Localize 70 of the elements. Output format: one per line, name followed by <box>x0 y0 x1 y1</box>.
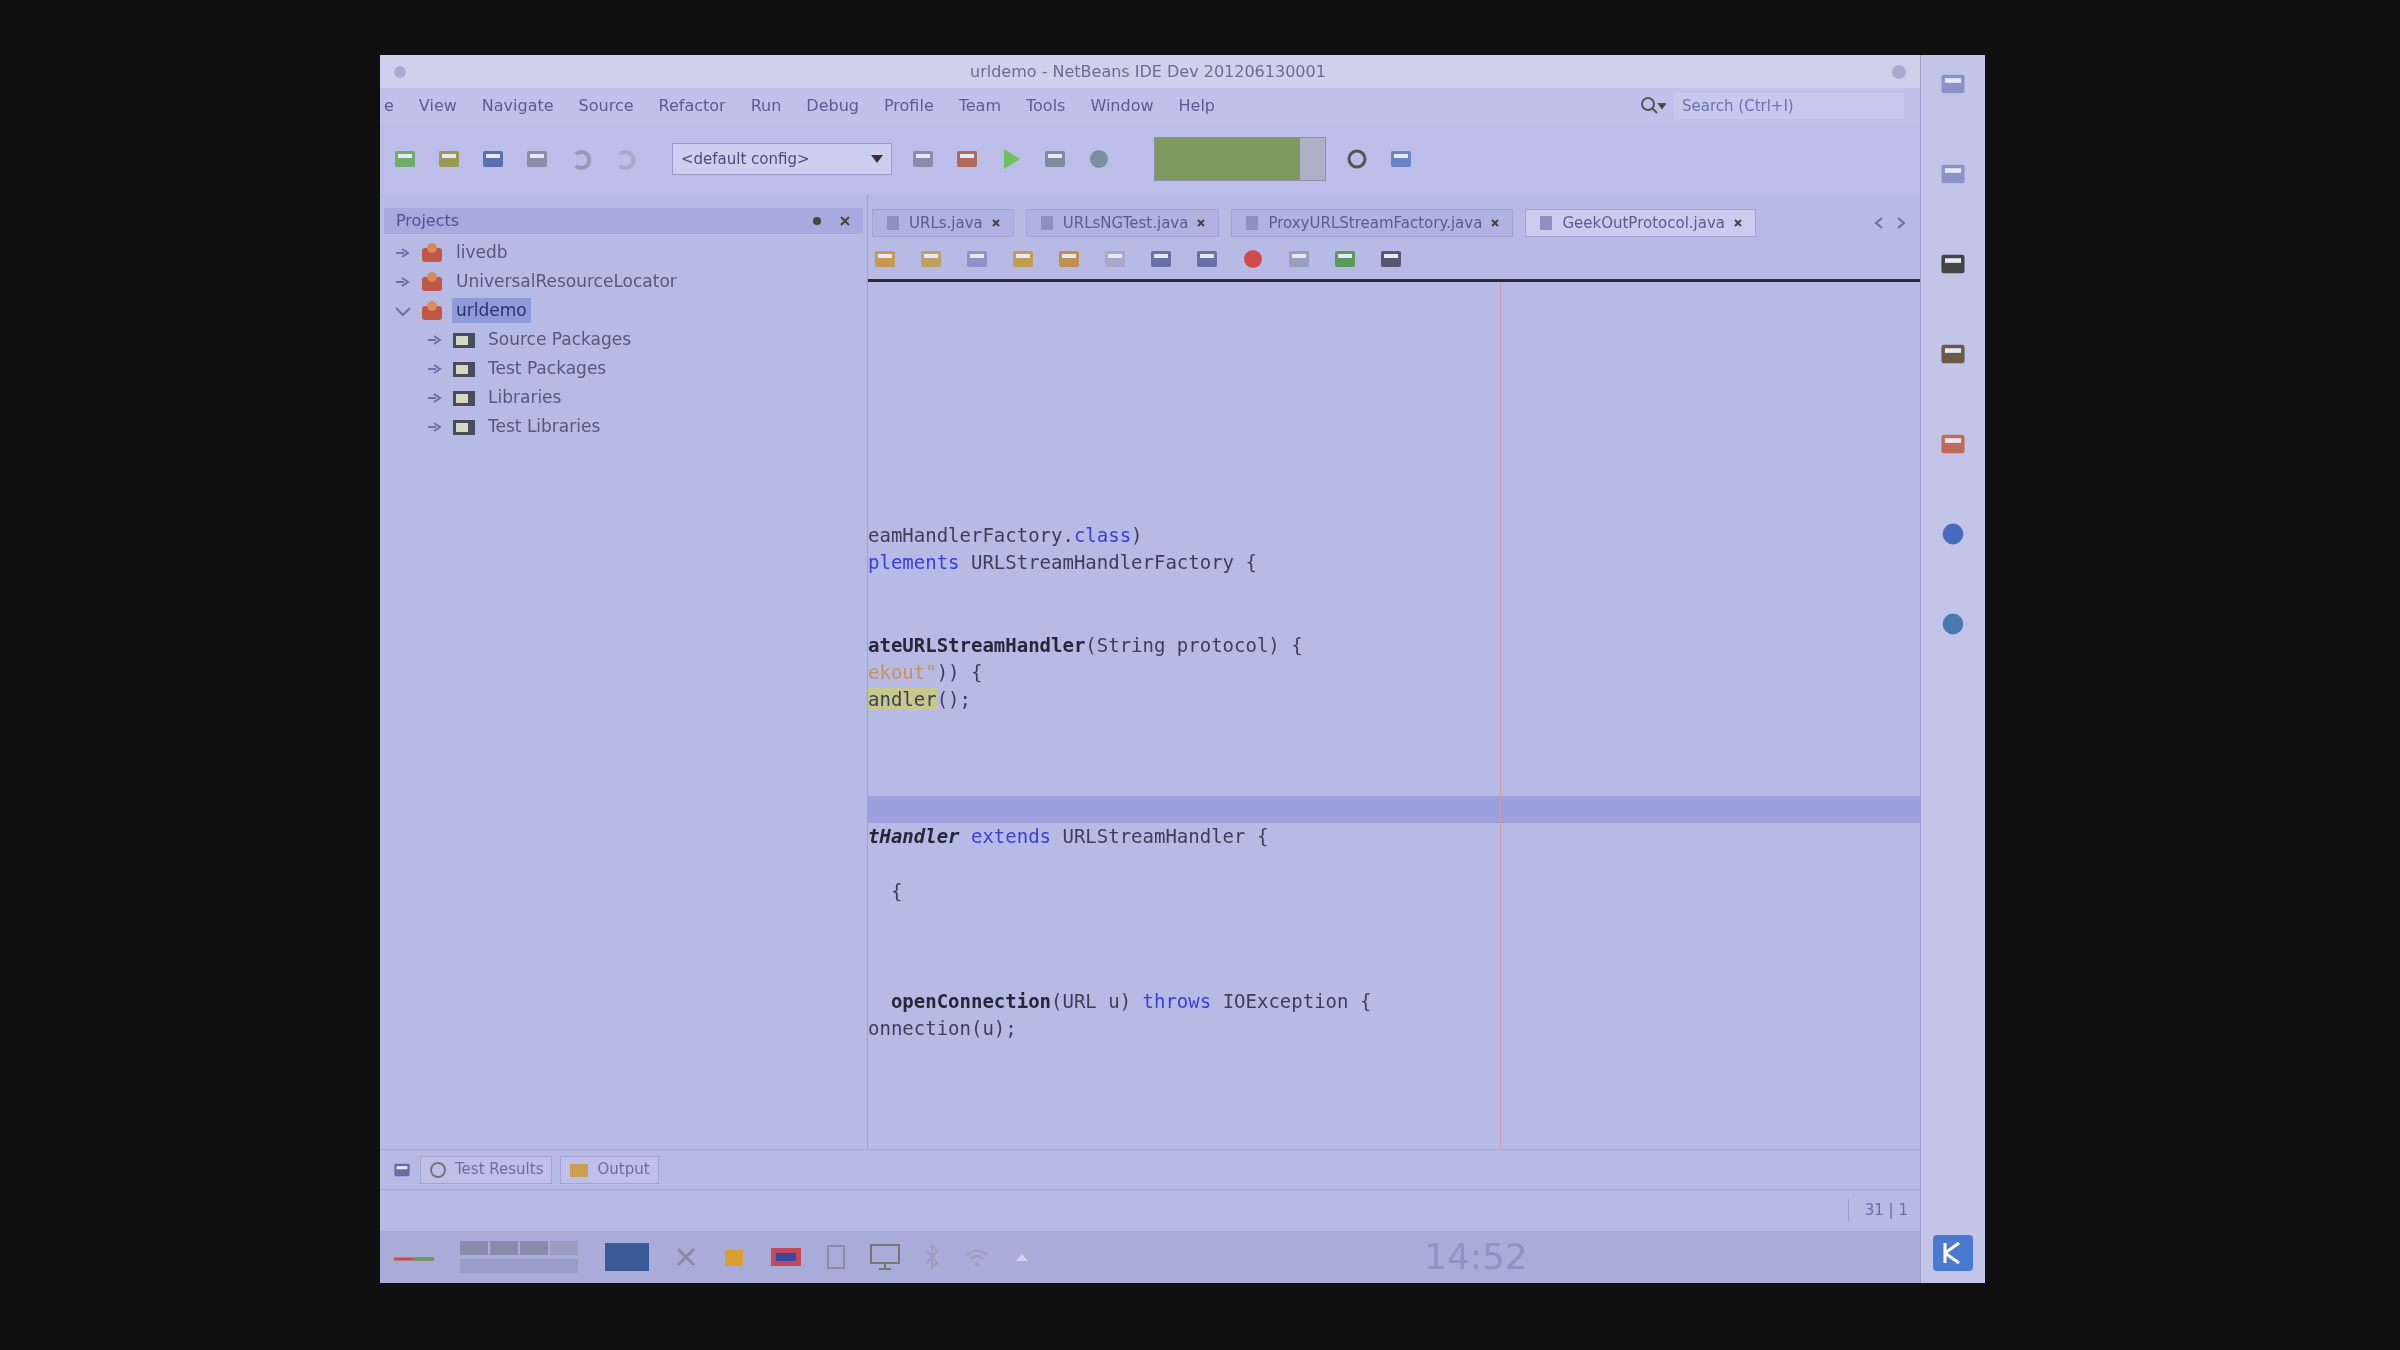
menu-item[interactable]: Team <box>958 94 1001 118</box>
tree-item[interactable]: urldemo <box>452 297 531 324</box>
editor-tab[interactable]: GeekOutProtocol.java <box>1525 209 1756 237</box>
editor-tab[interactable]: URLsNGTest.java <box>1025 209 1220 237</box>
code-line: ekout")) { <box>868 659 984 685</box>
menu-item[interactable]: Profile <box>883 94 934 118</box>
caret-icon <box>871 155 883 163</box>
menu-item[interactable]: e <box>384 94 394 118</box>
file-icon <box>885 215 901 231</box>
menu-item[interactable]: Tools <box>1026 94 1066 118</box>
close-tab-icon[interactable] <box>1490 218 1501 228</box>
expand-toggle-icon[interactable] <box>394 275 412 288</box>
code-line: { <box>889 879 904 905</box>
close-tab-icon[interactable] <box>1196 218 1207 228</box>
menu-item[interactable]: Refactor <box>658 94 726 118</box>
close-tab-icon[interactable] <box>990 218 1001 228</box>
editor-tab[interactable]: ProxyURLStreamFactory.java <box>1231 209 1514 237</box>
code-line: onnection(u); <box>868 1016 1018 1042</box>
bottom-tab[interactable]: Output <box>560 1155 659 1184</box>
file-icon <box>1038 215 1055 231</box>
expand-toggle-icon[interactable] <box>426 362 444 375</box>
expand-toggle-icon[interactable] <box>426 391 444 404</box>
project-icon <box>420 299 444 322</box>
code-line: ateURLStreamHandler(String protocol) { <box>868 632 1304 658</box>
menu-item[interactable]: Navigate <box>481 94 554 118</box>
code-line: openConnection(URL u) throws IOException { <box>889 988 1373 1014</box>
code-line: plements URLStreamHandlerFactory { <box>868 550 1258 576</box>
search-icon[interactable] <box>1640 96 1666 116</box>
clipboard-icon[interactable] <box>826 1244 846 1270</box>
window-menu-icon[interactable] <box>392 63 408 80</box>
expand-toggle-icon[interactable] <box>426 333 444 346</box>
memory-meter[interactable] <box>1154 137 1326 181</box>
tree-item[interactable]: UniversalResourceLocator <box>452 268 681 295</box>
keyboard-layout-icon[interactable] <box>770 1246 802 1268</box>
tree-item[interactable]: Test Packages <box>484 355 611 382</box>
panel-title: Projects <box>396 210 460 232</box>
kde-menu-icon[interactable] <box>1933 1235 1973 1271</box>
minimize-panel-icon[interactable] <box>811 215 823 227</box>
menu-item[interactable]: Run <box>750 94 782 118</box>
cursor-position: 31 | 1 <box>1847 1199 1908 1222</box>
bottom-tab[interactable]: Test Results <box>420 1155 553 1184</box>
menu-item[interactable]: Debug <box>806 94 859 118</box>
tree-item[interactable]: Source Packages <box>484 326 636 353</box>
menu-item[interactable]: View <box>418 94 457 118</box>
gauge-icon <box>429 1160 447 1179</box>
search-field[interactable]: Search (Ctrl+I) <box>1674 93 1904 119</box>
config-dropdown[interactable]: <default config> <box>672 143 892 175</box>
editor-tab[interactable]: URLs.java <box>872 209 1014 237</box>
tree-item[interactable]: livedb <box>452 239 512 266</box>
monitor-icon[interactable] <box>870 1243 900 1271</box>
project-icon <box>420 241 444 264</box>
code-line: eamHandlerFactory.class) <box>868 523 1144 548</box>
expand-toggle-icon[interactable] <box>426 420 444 433</box>
virtual-desktops-icon[interactable] <box>460 1239 580 1275</box>
close-icon[interactable] <box>839 215 851 227</box>
expand-toggle-icon[interactable] <box>394 246 412 259</box>
minimize-icon[interactable] <box>1890 62 1908 81</box>
menu-item[interactable]: Source <box>578 94 634 118</box>
file-icon <box>1538 215 1555 231</box>
project-icon <box>420 270 444 293</box>
file-icon <box>1244 215 1261 231</box>
window-icon[interactable] <box>604 1241 650 1273</box>
tree-item[interactable]: Libraries <box>484 384 566 411</box>
menu-item[interactable]: Window <box>1090 94 1154 118</box>
window-title: urldemo - NetBeans IDE Dev 201206130001 <box>970 60 1326 83</box>
menu-item[interactable]: Help <box>1178 94 1215 118</box>
expand-toggle-icon[interactable] <box>394 304 412 317</box>
code-line: tHandler extends URLStreamHandler { <box>868 824 1270 850</box>
close-tab-icon[interactable] <box>1733 218 1743 228</box>
tree-item[interactable]: Test Libraries <box>484 413 605 440</box>
